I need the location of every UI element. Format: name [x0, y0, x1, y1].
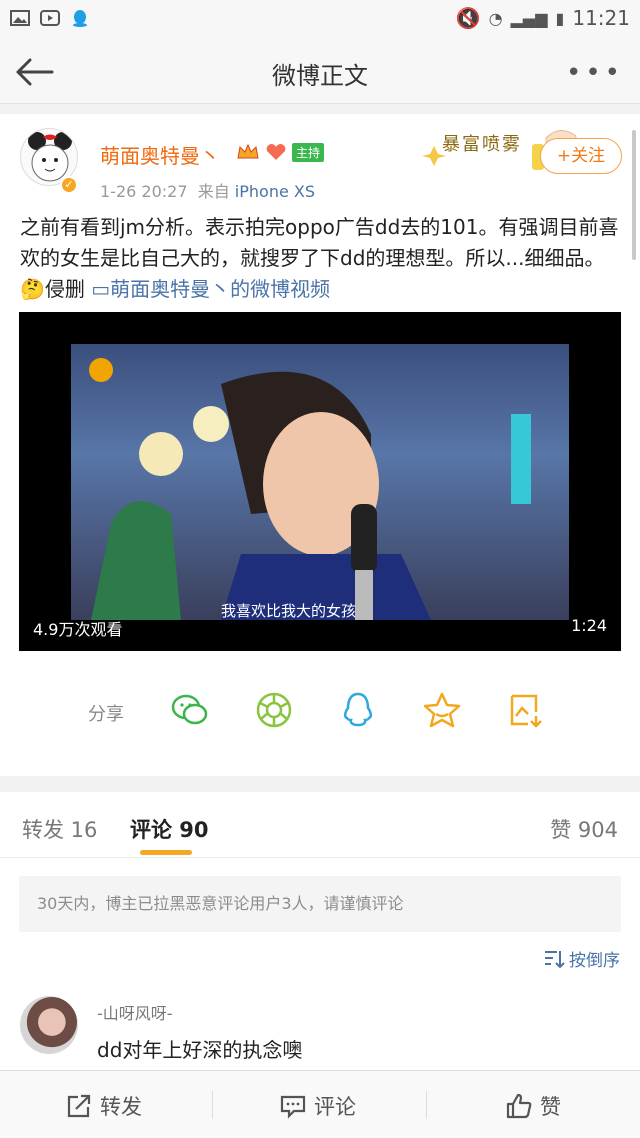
sort-toggle[interactable]: 按倒序 [543, 946, 620, 971]
video-link[interactable]: ▭萌面奥特曼丶的微博视频 [91, 277, 330, 301]
wechat-share-icon[interactable] [170, 690, 210, 730]
comments-section: 30天内，博主已拉黑恶意评论用户3人，请谨慎评论 按倒序 -山呀风呀- dd对年… [0, 858, 640, 1070]
divider [212, 1091, 213, 1119]
like-label: 赞 [540, 1095, 561, 1119]
repost-icon [67, 1094, 91, 1118]
comment-label: 评论 [314, 1095, 356, 1119]
divider [426, 1091, 427, 1119]
video-duration: 1:24 [571, 616, 607, 635]
more-options-icon[interactable]: ••• [566, 58, 624, 88]
post-body-text: 之前有看到jm分析。表示拍完oppo广告dd去的101。有强调目前喜欢的女生是比… [20, 215, 619, 270]
user-badges: 主持 [236, 142, 325, 162]
video-frame: 我喜欢比我大的女孩 [71, 344, 569, 620]
decoration-text: 暴富喷雾 [442, 134, 522, 155]
video-link-text: 萌面奥特曼丶的微博视频 [110, 277, 331, 301]
sort-label: 按倒序 [569, 951, 620, 971]
post-source[interactable]: iPhone XS [235, 182, 315, 201]
thinking-emoji-icon: 🤔 [20, 277, 45, 301]
video-caption: 我喜欢比我大的女孩 [221, 602, 357, 620]
save-image-icon[interactable] [506, 690, 546, 730]
video-thumbnail [89, 358, 531, 620]
comment-notice: 30天内，博主已拉黑恶意评论用户3人，请谨慎评论 [19, 876, 621, 932]
comment-icon [280, 1095, 306, 1119]
heart-level-icon [266, 144, 286, 160]
video-app-icon [40, 10, 60, 26]
post-body-emoji-text: 侵删 [44, 277, 85, 301]
post-date: 1-26 20:27 [100, 182, 188, 201]
tab-comment[interactable]: 评论 90 [130, 814, 209, 844]
commenter-name[interactable]: -山呀风呀- [97, 1000, 173, 1024]
thumbs-up-icon [506, 1093, 532, 1119]
commenter-avatar[interactable] [20, 996, 78, 1054]
interaction-tabs: 转发 16 评论 90 赞 904 [0, 792, 640, 858]
page-title: 微博正文 [272, 62, 368, 90]
signal-icon: ▂▄▆ [510, 8, 548, 28]
comment-text: dd对年上好深的执念噢 [97, 1038, 303, 1062]
nav-bar: 微博正文 ••• [0, 40, 640, 104]
status-time: 11:21 [572, 6, 630, 30]
mute-icon: 🔇 [455, 6, 481, 30]
video-link-icon: ▭ [91, 277, 111, 301]
author-name[interactable]: 萌面奥特曼丶 [100, 140, 220, 169]
video-player[interactable]: 我喜欢比我大的女孩 4.9万次观看 1:24 [19, 312, 621, 651]
share-row: 分享 [0, 684, 640, 744]
battery-icon: ▮ [555, 8, 565, 28]
share-label: 分享 [88, 704, 124, 725]
post-meta: 1-26 20:27 来自 iPhone XS [100, 178, 315, 202]
wifi-icon: ◔ [488, 8, 503, 28]
post-card: ✓ 萌面奥特曼丶 主持 1-26 20:27 来自 iPhone XS 暴富喷雾… [0, 114, 640, 776]
repost-label: 转发 [100, 1095, 142, 1119]
qq-share-icon[interactable] [338, 690, 378, 730]
like-button[interactable]: 赞 [506, 1091, 561, 1121]
scrollbar[interactable] [632, 130, 636, 260]
repost-button[interactable]: 转发 [66, 1091, 142, 1121]
follow-button[interactable]: +关注 [540, 138, 622, 174]
post-body: 之前有看到jm分析。表示拍完oppo广告dd去的101。有强调目前喜欢的女生是比… [20, 212, 620, 305]
moments-share-icon[interactable] [254, 690, 294, 730]
tab-repost[interactable]: 转发 16 [22, 814, 97, 844]
active-tab-indicator [140, 850, 192, 855]
favorite-star-icon[interactable] [422, 690, 462, 730]
status-bar: 🔇 ◔ ▂▄▆ ▮ 11:21 [0, 0, 640, 40]
gallery-icon [10, 10, 30, 26]
comment-button[interactable]: 评论 [280, 1091, 356, 1121]
bottom-action-bar: 转发 评论 赞 [0, 1070, 640, 1138]
crown-vip-icon [237, 143, 259, 159]
tab-like[interactable]: 赞 904 [550, 814, 618, 844]
verified-badge-icon: ✓ [60, 176, 78, 194]
video-views: 4.9万次观看 [33, 620, 123, 639]
sort-order-icon [545, 950, 565, 968]
host-badge: 主持 [292, 142, 325, 162]
source-prefix: 来自 [197, 182, 230, 201]
qq-icon [73, 10, 87, 27]
